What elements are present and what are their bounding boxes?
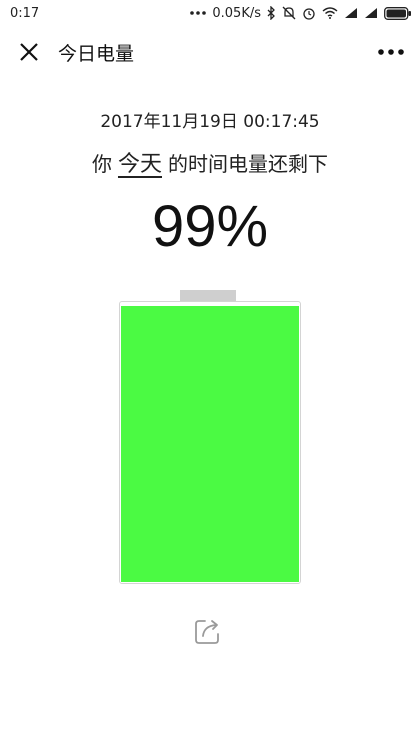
status-time: 0:17: [10, 5, 40, 21]
signal-icon: [344, 7, 358, 19]
network-speed: 0.05K/s: [212, 5, 261, 21]
alarm-icon: [302, 6, 316, 20]
battery-body: [119, 301, 301, 584]
battery-graphic: [119, 290, 301, 584]
remaining-line: 你今天 的时间电量还剩下: [0, 146, 420, 178]
close-icon[interactable]: [16, 39, 42, 65]
remaining-highlight: 今天: [117, 152, 162, 177]
nav-bar: 今日电量: [0, 26, 420, 78]
page-title: 今日电量: [58, 42, 135, 65]
bluetooth-icon: [267, 6, 276, 20]
more-icon[interactable]: [376, 39, 406, 65]
battery-cap: [180, 290, 236, 301]
battery-percent: 99%: [151, 194, 269, 259]
share-icon[interactable]: [192, 615, 224, 647]
signal-icon: [364, 7, 378, 19]
battery-icon: [384, 6, 412, 20]
remaining-suffix: 的时间电量还剩下: [168, 152, 328, 176]
mute-icon: [282, 6, 296, 20]
wifi-icon: [322, 7, 338, 19]
remaining-prefix: 你: [91, 152, 112, 176]
datetime-label: 2017年11月19日 00:17:45: [100, 112, 320, 132]
dots-icon: [190, 10, 207, 16]
status-icons: 0.05K/s: [190, 6, 412, 21]
battery-fill: [121, 305, 299, 582]
status-bar: 0:17 0.05K/s: [0, 0, 420, 26]
